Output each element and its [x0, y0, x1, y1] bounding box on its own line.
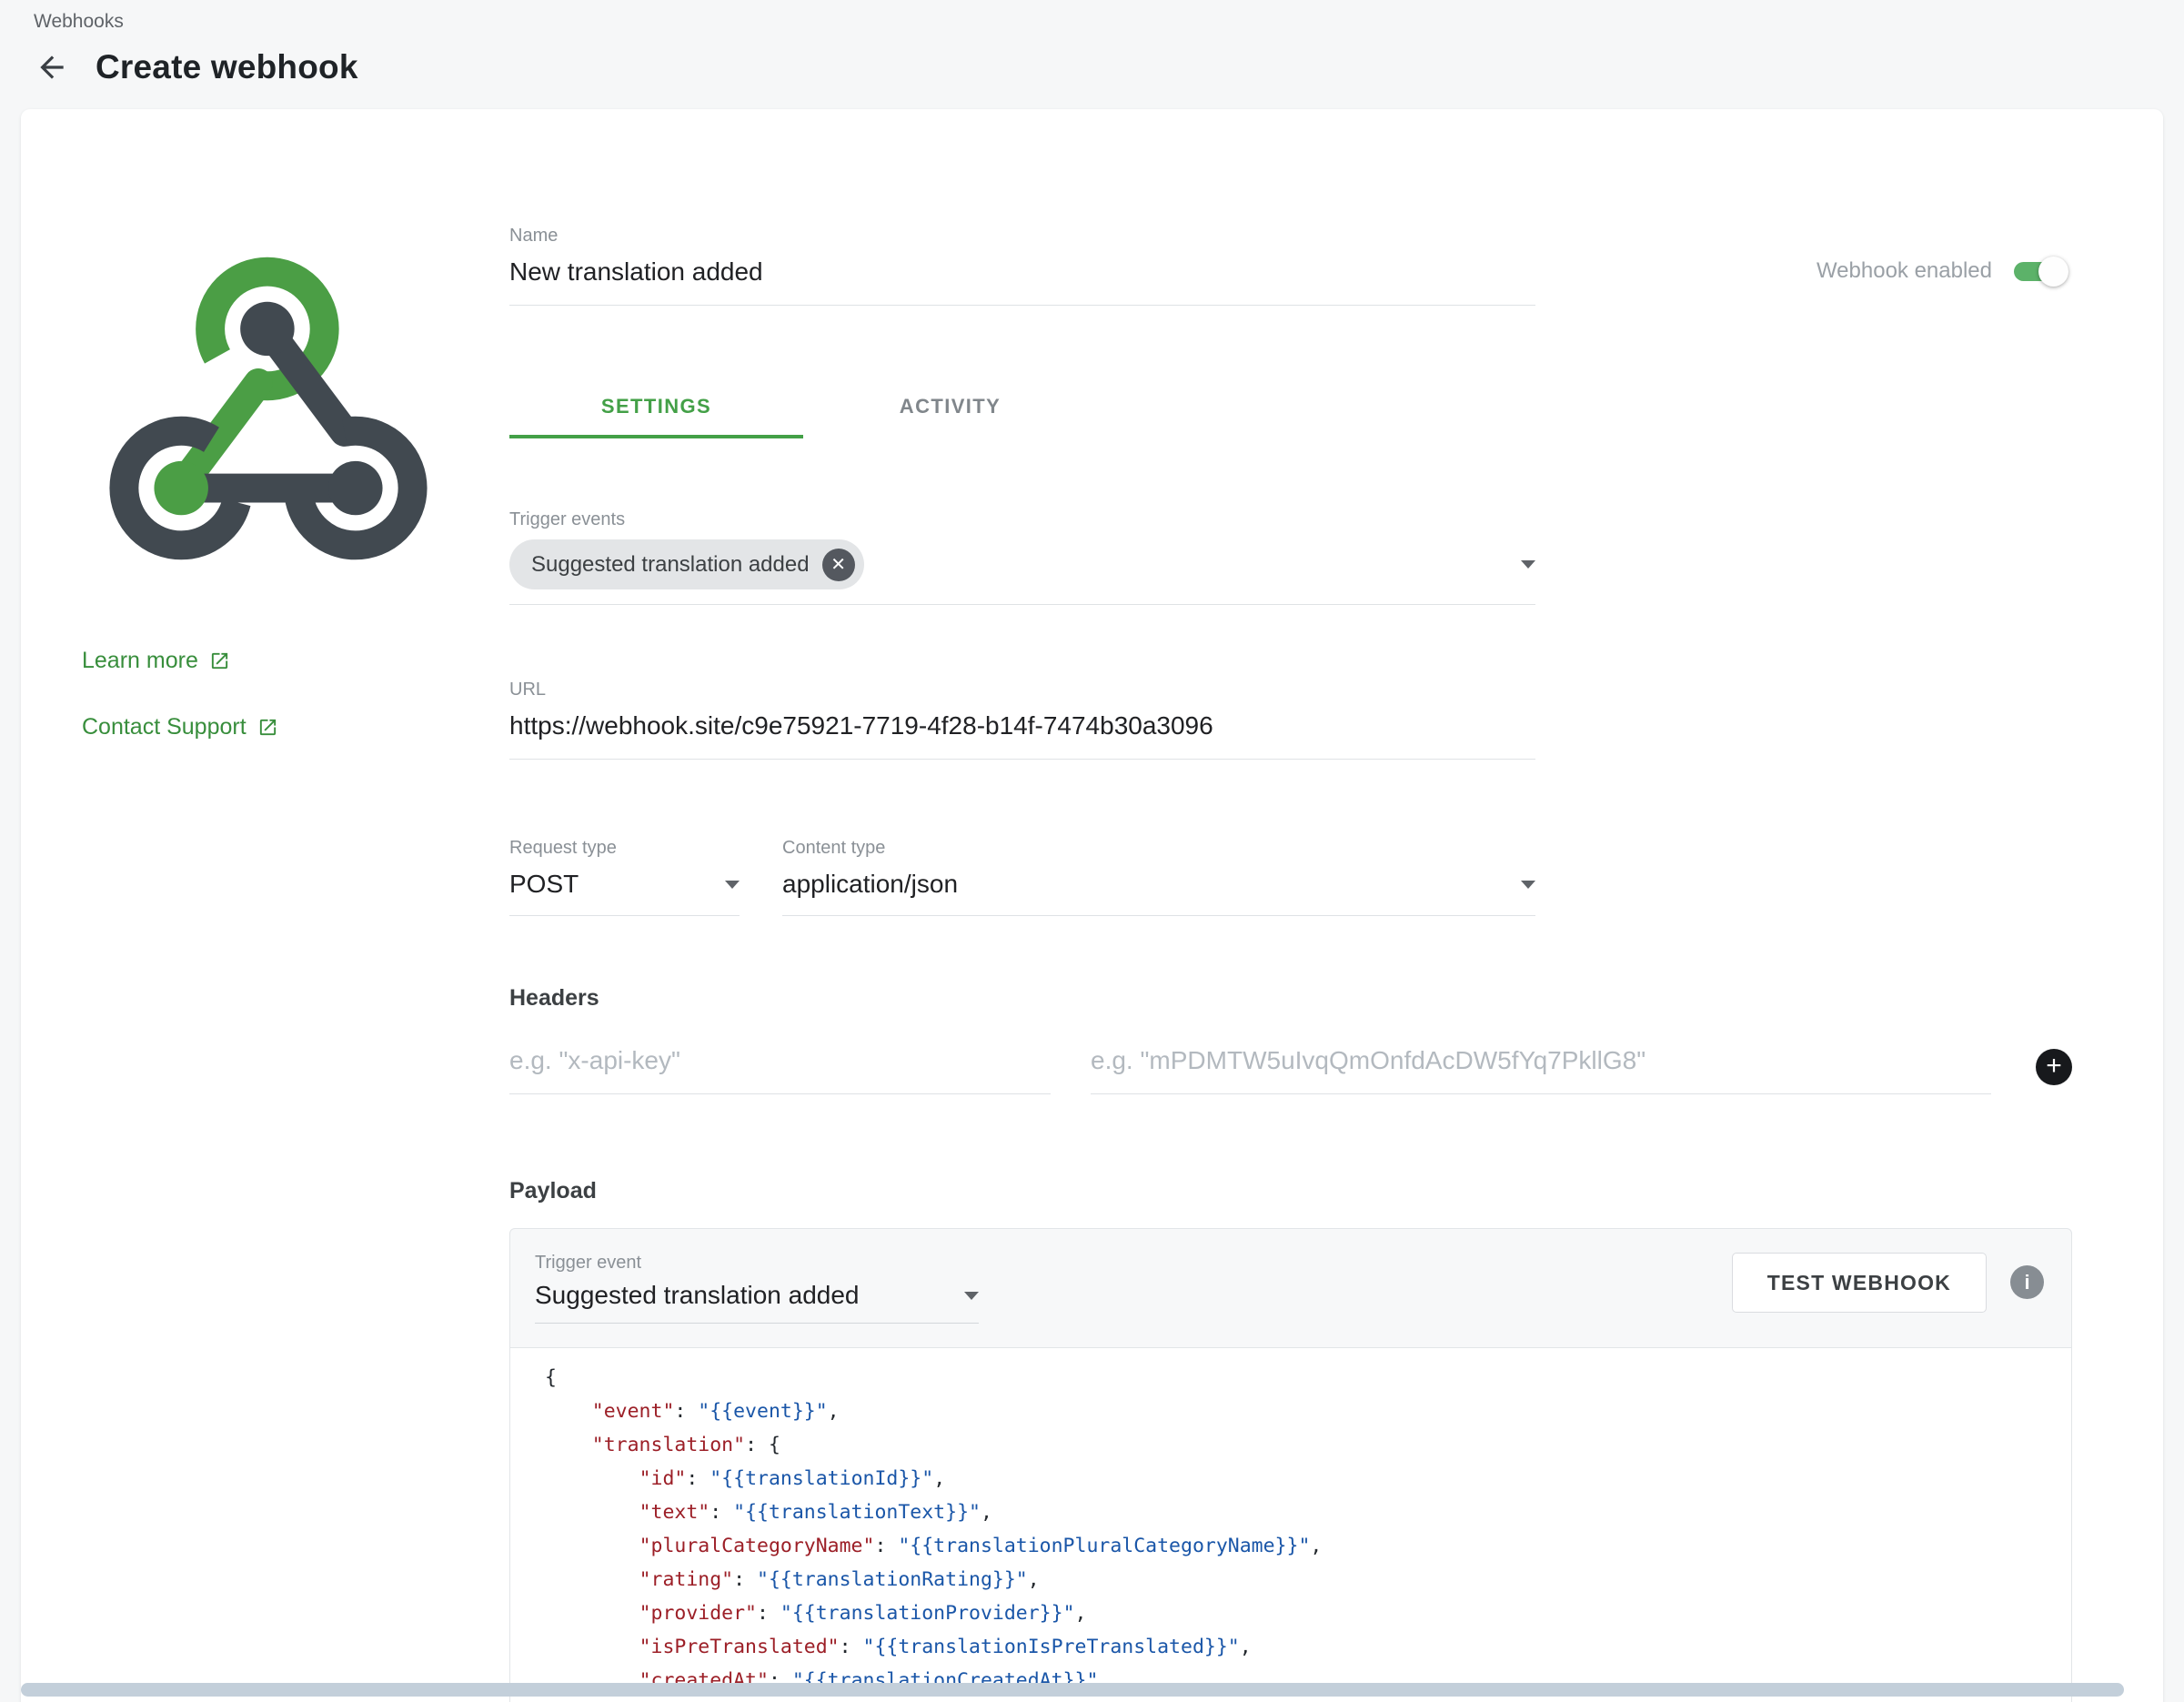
request-type-label: Request type [509, 838, 740, 859]
header-key-input[interactable] [509, 1035, 1051, 1094]
payload-trigger-event-value: Suggested translation added [535, 1281, 860, 1310]
url-field: URL [509, 680, 1535, 760]
info-icon-glyph: i [2024, 1271, 2029, 1294]
content-type-field: Content type application/json [782, 838, 1535, 916]
tab-bar: SETTINGS ACTIVITY [509, 382, 2072, 438]
tab-settings[interactable]: SETTINGS [509, 382, 803, 438]
name-field: Name [509, 226, 1535, 306]
contact-support-label: Contact Support [82, 714, 247, 740]
chevron-down-icon [1521, 881, 1535, 889]
horizontal-scrollbar-thumb[interactable] [21, 1683, 2124, 1697]
contact-support-link[interactable]: Contact Support [82, 714, 278, 740]
payload-panel-header: Trigger event Suggested translation adde… [510, 1229, 2071, 1324]
header-value-input[interactable] [1091, 1035, 1991, 1094]
code-line: "translation": { [545, 1428, 2053, 1462]
payload-trigger-event-label: Trigger event [535, 1253, 979, 1274]
left-column: Learn more Contact Support [82, 226, 509, 1702]
tab-activity-label: ACTIVITY [900, 395, 1001, 418]
test-webhook-button[interactable]: TEST WEBHOOK [1732, 1253, 1987, 1313]
info-icon[interactable]: i [2010, 1265, 2044, 1299]
payload-section-title: Payload [509, 1178, 2072, 1204]
page-title: Create webhook [96, 48, 358, 86]
create-webhook-card: Learn more Contact Support Name [21, 109, 2163, 1702]
payload-panel: Trigger event Suggested translation adde… [509, 1228, 2072, 1702]
content-type-value: application/json [782, 870, 958, 899]
chevron-down-icon [725, 881, 740, 889]
external-link-icon [257, 717, 278, 738]
tab-settings-label: SETTINGS [601, 395, 711, 418]
request-type-field: Request type POST [509, 838, 740, 916]
chevron-down-icon [964, 1292, 979, 1300]
breadcrumb[interactable]: Webhooks [0, 0, 2184, 33]
trigger-events-select[interactable]: Suggested translation added ✕ [509, 530, 1535, 605]
chevron-down-icon [1521, 560, 1535, 569]
code-line: { [545, 1361, 2053, 1395]
name-row: Name Webhook enabled [509, 226, 2072, 306]
external-link-icon [209, 650, 230, 671]
code-line: "id": "{{translationId}}", [545, 1462, 2053, 1496]
code-line: "isPreTranslated": "{{translationIsPreTr… [545, 1630, 2053, 1664]
code-line: "event": "{{event}}", [545, 1395, 2053, 1428]
trigger-event-chip: Suggested translation added ✕ [509, 539, 864, 589]
trigger-event-chip-label: Suggested translation added [531, 552, 810, 578]
name-input[interactable] [509, 247, 1535, 306]
code-line: "rating": "{{translationRating}}", [545, 1563, 2053, 1596]
learn-more-link[interactable]: Learn more [82, 648, 230, 674]
webhook-enabled-label: Webhook enabled [1817, 258, 1992, 284]
close-icon: ✕ [830, 556, 846, 574]
headers-section-title: Headers [509, 985, 2072, 1012]
headers-row: + [509, 1035, 2072, 1094]
content-type-label: Content type [782, 838, 1535, 859]
request-type-value: POST [509, 870, 579, 899]
page-header: Create webhook [30, 45, 2184, 89]
payload-code-editor[interactable]: { "event": "{{event}}", "translation": {… [510, 1347, 2071, 1702]
content-type-select[interactable]: application/json [782, 859, 1535, 916]
add-header-button[interactable]: + [2036, 1049, 2072, 1085]
webhook-enabled-toggle[interactable] [2014, 262, 2065, 281]
request-type-select[interactable]: POST [509, 859, 740, 916]
url-input[interactable] [509, 700, 1535, 760]
name-field-label: Name [509, 226, 1535, 247]
chip-remove-button[interactable]: ✕ [822, 549, 855, 581]
back-button[interactable] [30, 45, 74, 89]
main-column: Name Webhook enabled SETTINGS ACTIVITY [509, 226, 2072, 1702]
code-line: "pluralCategoryName": "{{translationPlur… [545, 1529, 2053, 1563]
learn-more-label: Learn more [82, 648, 198, 674]
type-row: Request type POST Content type applicati… [509, 838, 1535, 916]
active-tab-indicator [509, 435, 803, 438]
url-field-label: URL [509, 680, 1535, 700]
code-line: "text": "{{translationText}}", [545, 1496, 2053, 1529]
trigger-events-label: Trigger events [509, 509, 1535, 530]
trigger-events-field: Trigger events Suggested translation add… [509, 509, 1535, 605]
code-line: "provider": "{{translationProvider}}", [545, 1596, 2053, 1630]
webhook-enabled-group: Webhook enabled [1817, 258, 2072, 284]
tab-activity[interactable]: ACTIVITY [803, 382, 1097, 438]
plus-icon: + [2046, 1052, 2062, 1080]
webhook-logo-icon [82, 226, 455, 591]
arrow-left-icon [35, 50, 69, 85]
toggle-thumb [2038, 257, 2068, 287]
payload-trigger-event-field: Trigger event Suggested translation adde… [535, 1253, 979, 1324]
payload-trigger-event-select[interactable]: Suggested translation added [535, 1274, 979, 1324]
